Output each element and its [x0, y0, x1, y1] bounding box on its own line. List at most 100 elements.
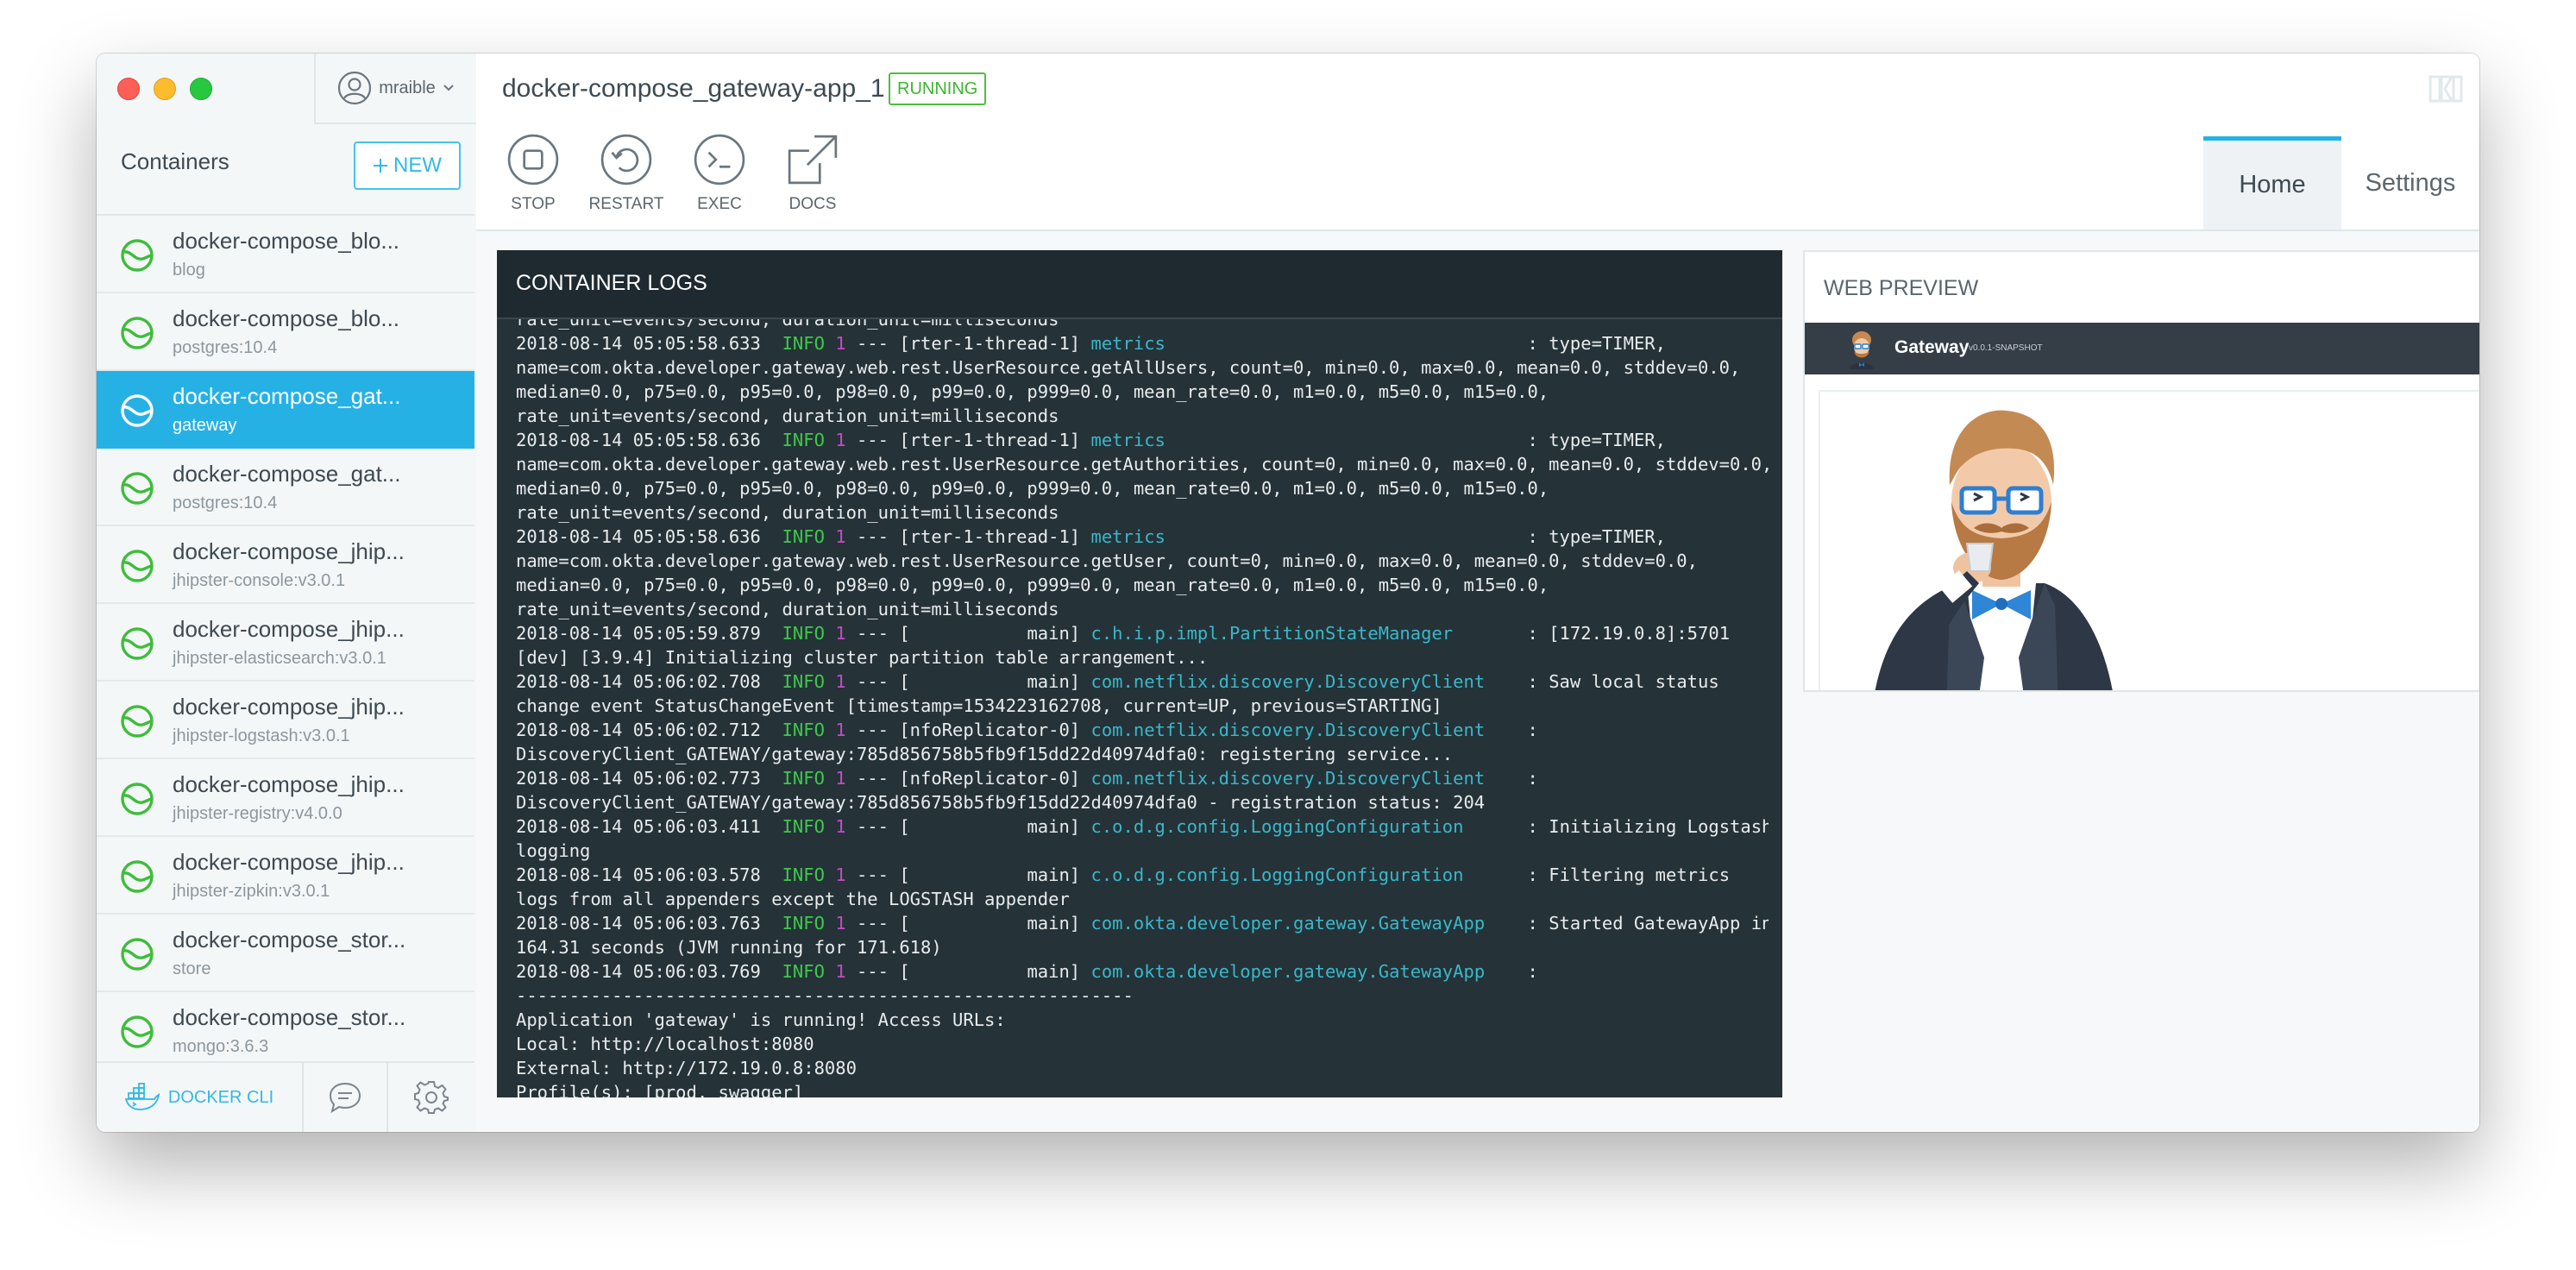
status-badge: RUNNING [889, 72, 987, 105]
action-label: DOCS [789, 195, 837, 213]
log-output[interactable]: rate_unit=events/second, duration_unit=m… [516, 307, 1769, 1097]
log-text: --- [ main] [845, 671, 1091, 692]
log-line: change event StatusChangeEvent [timestam… [516, 694, 1769, 718]
log-text: name=com.okta.developer.gateway.web.rest… [516, 454, 1769, 475]
log-text: : Initializing Logstash [1463, 816, 1769, 837]
container-list-item[interactable]: docker-compose_stor... store [97, 915, 474, 992]
exec-button[interactable]: EXEC [685, 133, 754, 214]
log-text: : [1485, 720, 1538, 740]
stop-button[interactable]: STOP [499, 133, 568, 214]
log-line: DiscoveryClient_GATEWAY/gateway:785d8567… [516, 742, 1769, 766]
log-line: 2018-08-14 05:06:03.769 INFO 1 --- [ mai… [516, 959, 1769, 984]
tab-home[interactable]: Home [2203, 136, 2341, 229]
kitematic-logo-icon [2428, 75, 2463, 103]
container-image: jhipster-console:v3.0.1 [173, 571, 346, 590]
container-list-item[interactable]: docker-compose_jhip... jhipster-elasticse… [97, 604, 474, 682]
log-level: INFO [782, 623, 825, 644]
log-level: INFO [782, 768, 825, 789]
window-close-button[interactable] [117, 78, 140, 100]
container-image: jhipster-registry:v4.0.0 [173, 804, 342, 823]
kitematic-window: mraible Containers NEW docker-compose_bl… [97, 53, 2479, 1132]
log-text: --- [ main] [845, 623, 1091, 644]
log-logger: metrics [1090, 526, 1165, 547]
log-text: --- [nfoReplicator-0] [845, 768, 1091, 789]
container-list-item[interactable]: docker-compose_blo... blog [97, 216, 474, 293]
docker-whale-icon [124, 1083, 160, 1110]
docker-cli-button[interactable]: DOCKER CLI [97, 1063, 304, 1132]
log-text: logging [516, 840, 591, 861]
log-text: 2018-08-14 05:06:03.578 [516, 864, 782, 885]
log-line: Local: http://localhost:8080 [516, 1032, 1769, 1056]
log-line: 2018-08-14 05:06:03.411 INFO 1 --- [ mai… [516, 814, 1769, 839]
container-list-item[interactable]: docker-compose_jhip... jhipster-logstash:… [97, 682, 474, 759]
log-text: rate_unit=events/second, duration_unit=m… [516, 406, 1059, 426]
log-pid: 1 [835, 864, 846, 885]
docs-button[interactable]: DOCS [778, 133, 847, 214]
log-text: 2018-08-14 05:05:58.636 [516, 430, 782, 450]
chat-bubble-icon [329, 1082, 361, 1114]
jhipster-mascot-illustration [1875, 410, 2113, 690]
stop-icon [507, 134, 559, 185]
container-image: jhipster-logstash:v3.0.1 [173, 726, 350, 745]
preview-title: WEB PREVIEW [1824, 276, 1979, 300]
container-list-item[interactable]: docker-compose_jhip... jhipster-zipkin:v3… [97, 837, 474, 915]
container-name: docker-compose_jhip... [173, 694, 405, 720]
container-name: docker-compose_jhip... [173, 849, 405, 875]
preferences-button[interactable] [388, 1063, 474, 1132]
log-level: INFO [782, 816, 825, 837]
container-name: docker-compose_blo... [173, 305, 400, 331]
container-actions: STOP RESTART EXEC DOCS [499, 133, 847, 214]
jhipster-logo-icon [1850, 331, 1874, 369]
log-text: --- [ main] [845, 816, 1091, 837]
log-text: 2018-08-14 05:06:03.763 [516, 913, 782, 934]
container-list-item[interactable]: docker-compose_gat... gateway [97, 371, 474, 449]
log-line: name=com.okta.developer.gateway.web.rest… [516, 355, 1769, 380]
log-level: INFO [782, 333, 825, 354]
log-text: rate_unit=events/second, duration_unit=m… [516, 502, 1059, 523]
container-list-item[interactable]: docker-compose_jhip... jhipster-console:v… [97, 526, 474, 604]
log-text: Local: http://localhost:8080 [516, 1034, 814, 1054]
log-text: : type=TIMER, [1165, 430, 1666, 450]
container-image: jhipster-elasticsearch:v3.0.1 [173, 649, 386, 668]
log-text: [dev] [3.9.4] Initializing cluster parti… [516, 647, 1209, 668]
running-status-icon [121, 705, 154, 738]
running-status-icon [121, 783, 154, 815]
container-image: jhipster-zipkin:v3.0.1 [173, 882, 330, 901]
logs-title: CONTAINER LOGS [516, 271, 707, 295]
user-menu[interactable]: mraible [314, 53, 476, 124]
log-text: median=0.0, p75=0.0, p95=0.0, p98=0.0, p… [516, 478, 1549, 499]
log-text: 2018-08-14 05:06:02.712 [516, 720, 782, 740]
container-image: mongo:3.6.3 [173, 1037, 269, 1056]
container-list-item[interactable]: docker-compose_stor... mongo:3.6.3 [97, 992, 474, 1070]
log-line: median=0.0, p75=0.0, p95=0.0, p98=0.0, p… [516, 573, 1769, 597]
sidebar-footer: DOCKER CLI [97, 1061, 474, 1132]
log-pid: 1 [835, 768, 846, 789]
containers-title: Containers [121, 148, 229, 174]
action-label: STOP [511, 195, 556, 213]
container-list-item[interactable]: docker-compose_gat... postgres:10.4 [97, 449, 474, 526]
log-logger: com.netflix.discovery.DiscoveryClient [1090, 768, 1486, 789]
log-text: name=com.okta.developer.gateway.web.rest… [516, 357, 1741, 378]
log-line: name=com.okta.developer.gateway.web.rest… [516, 549, 1769, 573]
container-list-item[interactable]: docker-compose_blo... postgres:10.4 [97, 293, 474, 371]
log-level: INFO [782, 864, 825, 885]
log-text: : [1485, 961, 1538, 982]
window-minimize-button[interactable] [154, 78, 176, 100]
container-name: docker-compose_jhip... [173, 771, 405, 797]
log-line: 164.31 seconds (JVM running for 171.618) [516, 935, 1769, 959]
window-maximize-button[interactable] [190, 78, 212, 100]
restart-button[interactable]: RESTART [589, 133, 663, 214]
log-line: [dev] [3.9.4] Initializing cluster parti… [516, 645, 1769, 670]
new-container-button[interactable]: NEW [354, 141, 461, 190]
log-text: : Saw local status [1485, 671, 1719, 692]
preview-app-navbar: Gateway v0.0.1-SNAPSHOT [1805, 323, 2479, 374]
container-header: docker-compose_gateway-app_1 RUNNING STO… [476, 53, 2479, 231]
log-line: median=0.0, p75=0.0, p95=0.0, p98=0.0, p… [516, 476, 1769, 500]
log-line: 2018-08-14 05:05:59.879 INFO 1 --- [ mai… [516, 621, 1769, 645]
feedback-button[interactable] [304, 1063, 388, 1132]
container-list-item[interactable]: docker-compose_jhip... jhipster-registry:… [97, 759, 474, 837]
log-line: ----------------------------------------… [516, 984, 1769, 1008]
tab-settings[interactable]: Settings [2341, 136, 2479, 229]
